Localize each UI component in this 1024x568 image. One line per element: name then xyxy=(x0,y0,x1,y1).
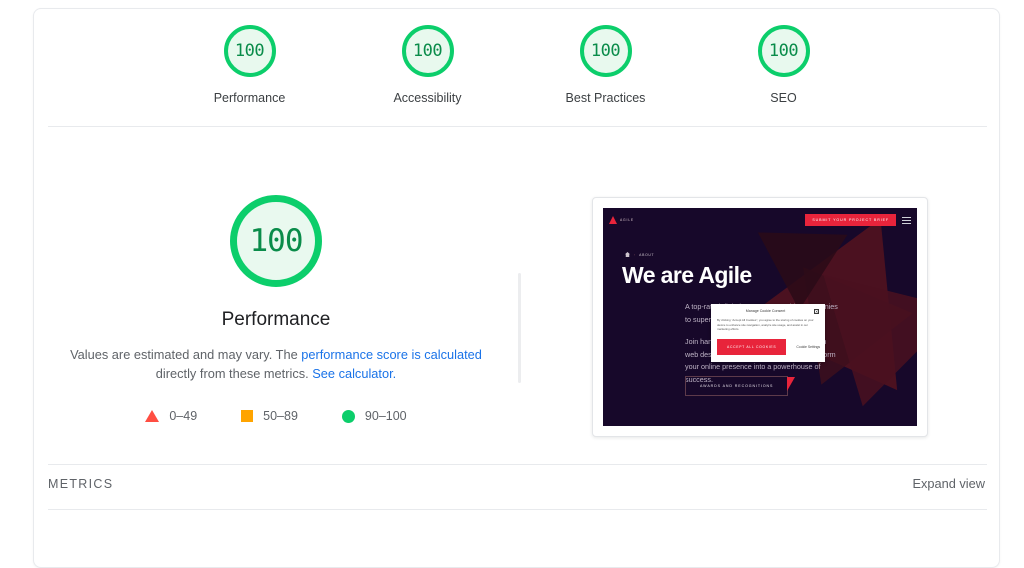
score-gauge-seo: 100 xyxy=(757,25,810,77)
legend-range-label: 0–49 xyxy=(169,409,198,423)
see-calculator-link[interactable]: See calculator. xyxy=(312,366,396,381)
category-gauge-row: 100 Performance 100 Accessibility 100 Be… xyxy=(34,25,999,105)
breadcrumb: › About xyxy=(625,252,654,257)
legend-item-average: 50–89 xyxy=(241,409,298,423)
logo-text: Agile xyxy=(620,218,634,222)
legend-range-label: 90–100 xyxy=(364,409,407,423)
logo-mark-icon xyxy=(609,216,617,224)
featured-score-value: 100 xyxy=(249,222,304,259)
score-gauge-accessibility: 100 xyxy=(401,25,454,77)
screenshot-viewport: Agile Submit your project brief › About … xyxy=(603,208,917,426)
category-label: Performance xyxy=(213,91,286,105)
description-text-part1: Values are estimated and may vary. The xyxy=(70,347,302,362)
awards-and-recognitions-button[interactable]: Awards and Recognitions xyxy=(685,376,796,396)
square-icon xyxy=(241,410,254,422)
expand-view-button[interactable]: Expand view xyxy=(912,476,985,491)
breadcrumb-separator: › xyxy=(634,252,636,257)
home-icon[interactable] xyxy=(625,252,630,257)
score-gauge-best-practices: 100 xyxy=(579,25,632,77)
circle-icon xyxy=(341,409,355,423)
category-label: SEO xyxy=(770,91,797,105)
navbar-right: Submit your project brief xyxy=(805,214,911,226)
awards-button-label: Awards and Recognitions xyxy=(700,384,774,388)
legend-item-fail: 0–49 xyxy=(145,409,197,423)
final-screenshot-frame[interactable]: Agile Submit your project brief › About … xyxy=(592,197,928,437)
category-gauge-seo[interactable]: 100 SEO xyxy=(724,25,844,105)
category-gauge-performance[interactable]: 100 Performance xyxy=(190,25,310,105)
breadcrumb-current: About xyxy=(639,252,655,257)
cookie-dialog-title: Manage Cookie Consent xyxy=(745,309,786,313)
featured-description: Values are estimated and may vary. The p… xyxy=(66,345,486,383)
legend-item-pass: 90–100 xyxy=(341,409,407,423)
score-legend: 0–49 50–89 90–100 xyxy=(145,409,407,423)
featured-category-title: Performance xyxy=(221,309,331,330)
score-gauge-performance: 100 xyxy=(223,25,276,77)
site-logo: Agile xyxy=(609,216,634,224)
close-icon[interactable]: ✕ xyxy=(814,309,819,314)
divider-below-gauges xyxy=(48,126,987,127)
score-value: 100 xyxy=(234,40,265,61)
submit-project-brief-button[interactable]: Submit your project brief xyxy=(805,214,896,226)
category-gauge-best-practices[interactable]: 100 Best Practices xyxy=(546,25,666,105)
cookie-consent-dialog: Manage Cookie Consent ✕ By clicking “Acc… xyxy=(711,304,825,362)
score-value: 100 xyxy=(768,40,799,61)
report-body: 100 Performance Values are estimated and… xyxy=(34,139,999,437)
notch-icon xyxy=(787,377,796,391)
page-screenshot-panel: Agile Submit your project brief › About … xyxy=(521,139,999,437)
cookie-settings-link[interactable]: Cookie Settings xyxy=(796,345,820,349)
accept-all-cookies-button[interactable]: Accept All Cookies xyxy=(717,338,787,355)
hero-headline: We are Agile xyxy=(622,262,752,288)
featured-score-gauge: 100 xyxy=(230,195,322,287)
cookie-dialog-header: Manage Cookie Consent ✕ xyxy=(717,309,819,314)
score-value: 100 xyxy=(590,40,621,61)
category-label: Accessibility xyxy=(393,91,462,105)
cookie-dialog-actions: Accept All Cookies Cookie Settings xyxy=(717,338,820,355)
divider-below-metrics xyxy=(48,509,987,510)
cookie-dialog-body: By clicking “Accept All Cookies”, you ag… xyxy=(717,318,814,332)
description-text-part2: directly from these metrics. xyxy=(155,366,313,381)
hamburger-menu-icon[interactable] xyxy=(902,216,911,224)
divider-above-metrics xyxy=(48,464,987,465)
lighthouse-report-card: 100 Performance 100 Accessibility 100 Be… xyxy=(33,8,1000,568)
performance-summary-panel: 100 Performance Values are estimated and… xyxy=(34,139,518,437)
metrics-section-header: METRICS Expand view xyxy=(34,476,999,491)
category-gauge-accessibility[interactable]: 100 Accessibility xyxy=(368,25,488,105)
triangle-icon xyxy=(145,410,160,422)
score-value: 100 xyxy=(412,40,443,61)
metrics-label: METRICS xyxy=(48,476,114,491)
legend-range-label: 50–89 xyxy=(263,409,298,423)
category-label: Best Practices xyxy=(565,91,646,105)
site-navbar: Agile Submit your project brief xyxy=(603,208,917,232)
performance-score-calculated-link[interactable]: performance score is calculated xyxy=(301,347,482,362)
